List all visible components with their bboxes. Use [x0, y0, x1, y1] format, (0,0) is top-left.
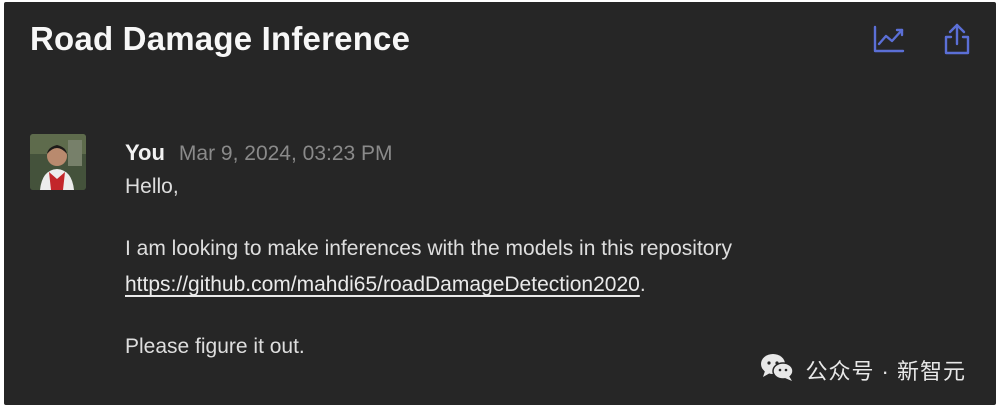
- author-name: You: [125, 140, 165, 165]
- conversation-window: Road Damage Inference You Mar 9, 2024, 0…: [4, 2, 996, 405]
- message-line: I am looking to make inferences with the…: [125, 237, 732, 260]
- conversation-title: Road Damage Inference: [30, 20, 411, 57]
- avatar[interactable]: [30, 134, 86, 190]
- message-body: You Mar 9, 2024, 03:23 PM Hello, I am lo…: [125, 140, 976, 362]
- watermark: 公众号 · 新智元: [759, 352, 966, 387]
- wechat-icon: [759, 352, 795, 387]
- link-suffix: .: [639, 273, 646, 296]
- header-actions: [872, 22, 974, 56]
- message-meta: You Mar 9, 2024, 03:23 PM: [125, 140, 976, 166]
- share-button[interactable]: [940, 22, 974, 56]
- message-greeting: Hello,: [125, 175, 179, 198]
- repository-link[interactable]: https://github.com/mahdi65/roadDamageDet…: [125, 273, 640, 296]
- share-icon: [942, 22, 972, 56]
- message-link-line: https://github.com/mahdi65/roadDamageDet…: [125, 270, 976, 300]
- analytics-button[interactable]: [872, 22, 906, 56]
- message-timestamp: Mar 9, 2024, 03:23 PM: [178, 142, 393, 165]
- watermark-text: 公众号 · 新智元: [805, 358, 966, 384]
- line-chart-icon: [872, 24, 906, 54]
